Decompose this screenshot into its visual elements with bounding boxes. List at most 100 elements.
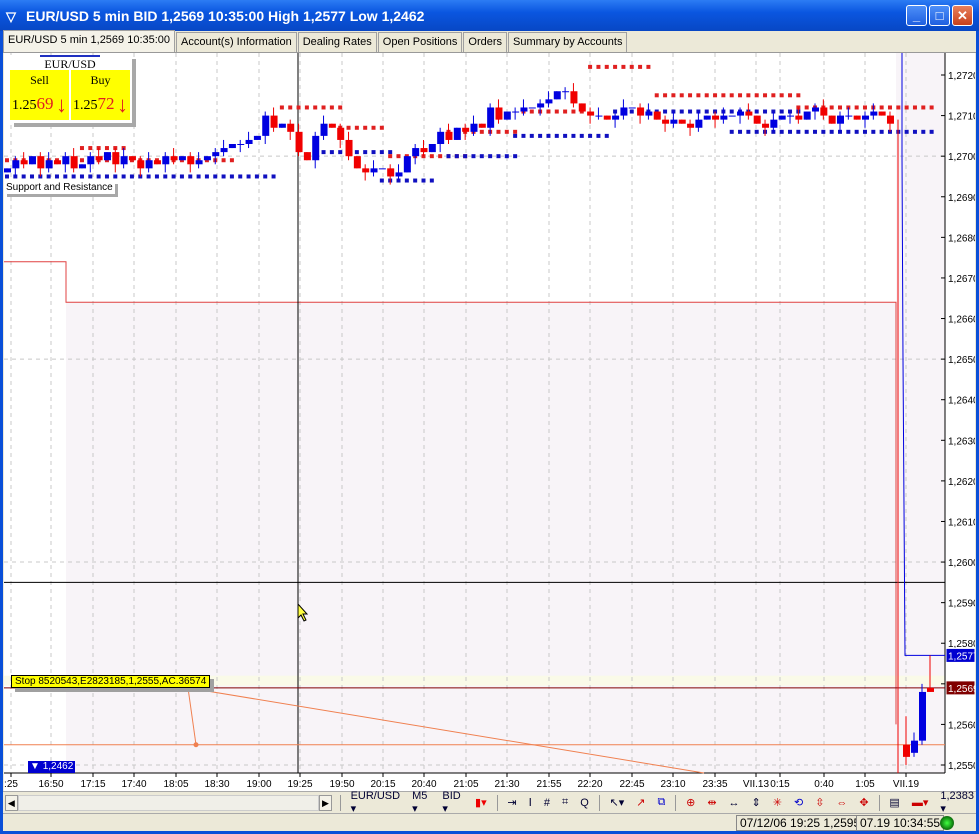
price-tag-label: 1,2577 bbox=[948, 651, 975, 662]
candle-body bbox=[45, 160, 53, 169]
candle-body bbox=[403, 156, 411, 173]
candle-body bbox=[620, 107, 628, 116]
scale-h-icon[interactable]: ⇔ bbox=[834, 797, 849, 809]
sr-dot-blue bbox=[754, 109, 759, 114]
candle-body bbox=[903, 744, 910, 757]
sr-dot-blue bbox=[454, 154, 459, 159]
sr-dot-blue bbox=[912, 129, 917, 134]
candle-body bbox=[603, 115, 611, 120]
crosshair-icon[interactable]: ⌗ bbox=[560, 796, 570, 809]
indicator-icon[interactable]: ▬▾ bbox=[910, 796, 931, 809]
sell-price-prefix: 1.25 bbox=[12, 98, 37, 113]
sr-dot-red bbox=[229, 158, 234, 163]
compress-v-icon[interactable]: ✳ bbox=[771, 796, 784, 809]
pointer-icon[interactable]: ↖▾ bbox=[608, 796, 627, 809]
candle-body bbox=[103, 152, 111, 161]
sr-dot-red bbox=[396, 154, 401, 159]
scroll-right-button[interactable]: ▶ bbox=[319, 794, 332, 811]
candle-body bbox=[278, 123, 286, 128]
candle-body bbox=[453, 127, 461, 140]
autoscale-icon[interactable]: Ⅰ bbox=[527, 796, 534, 809]
expand-h-icon[interactable]: ↔ bbox=[727, 797, 742, 809]
shift-chart-icon[interactable]: ⇥ bbox=[505, 796, 518, 809]
sr-dot-blue bbox=[821, 129, 826, 134]
x-axis-label: 21:30 bbox=[494, 779, 519, 790]
sr-dot-red bbox=[313, 105, 318, 110]
sr-dot-red bbox=[896, 105, 901, 110]
close-button[interactable]: ✕ bbox=[952, 5, 973, 26]
candle-body bbox=[787, 115, 795, 117]
tab-open-positions[interactable]: Open Positions bbox=[377, 32, 463, 52]
sr-dot-red bbox=[738, 93, 743, 98]
quote-icon[interactable]: Q bbox=[578, 797, 591, 809]
sr-dot-red bbox=[838, 105, 842, 110]
candle-body bbox=[228, 144, 236, 149]
sr-dot-red bbox=[504, 129, 509, 134]
y-axis-label: 1,2710 bbox=[948, 112, 975, 123]
sr-dot-red bbox=[796, 93, 801, 98]
x-axis-label: VII.13 bbox=[743, 779, 770, 790]
buy-button[interactable]: Buy 1.2572 ↓ bbox=[71, 70, 130, 120]
sr-dot-red bbox=[438, 154, 443, 159]
candle-body bbox=[120, 156, 128, 165]
sell-button[interactable]: Sell 1.2569 ↓ bbox=[10, 70, 69, 120]
sr-dot-blue bbox=[388, 150, 393, 155]
candle-body bbox=[187, 156, 195, 165]
side-dropdown[interactable]: BID ▾ bbox=[440, 790, 465, 815]
quote-widget: EUR/USD Sell 1.2569 ↓ Buy 1.2572 ↓ bbox=[10, 55, 132, 123]
candle-body bbox=[595, 115, 603, 117]
candle-body bbox=[712, 115, 720, 120]
expand-v-icon[interactable]: ⇕ bbox=[750, 796, 763, 809]
sr-dot-red bbox=[754, 93, 759, 98]
grid-icon[interactable]: # bbox=[542, 797, 552, 809]
sr-dot-blue bbox=[71, 174, 76, 179]
price-chart[interactable]: :25 16:50 17:15 17:40 18:05 18:30 19:00 19:25 19… bbox=[4, 53, 979, 791]
candle-body bbox=[837, 115, 844, 124]
template-icon[interactable]: ▤ bbox=[887, 796, 901, 809]
x-axis-label: :25 bbox=[4, 779, 18, 790]
candle-body bbox=[470, 123, 478, 132]
sr-dot-red bbox=[529, 109, 534, 114]
candle-body bbox=[345, 139, 353, 157]
stop-order-label[interactable]: Stop 8520543,E2823185,1,2555,AC.36574 bbox=[11, 675, 211, 688]
tab-orders[interactable]: Orders bbox=[463, 32, 508, 52]
sr-dot-red bbox=[588, 64, 593, 69]
tab-summary-by-accounts[interactable]: Summary by Accounts bbox=[508, 32, 628, 52]
sr-dot-red bbox=[646, 64, 651, 69]
tab-accounts-information[interactable]: Account(s) Information bbox=[176, 32, 297, 52]
period-dropdown[interactable]: M5 ▾ bbox=[410, 790, 432, 815]
scale-v-icon[interactable]: ⇳ bbox=[813, 796, 826, 809]
minimize-button[interactable]: _ bbox=[906, 5, 927, 26]
sr-dot-blue bbox=[413, 178, 418, 183]
object-icon[interactable]: ⧉ bbox=[655, 796, 667, 809]
tab-chart[interactable]: EUR/USD 5 min 1,2569 10:35:00 bbox=[3, 30, 176, 52]
price-dropdown[interactable]: 1,2383 ▾ bbox=[938, 790, 976, 815]
compress-h-icon[interactable]: ⇹ bbox=[705, 796, 718, 809]
sr-dot-red bbox=[563, 109, 568, 114]
reset-zoom-icon[interactable]: ⟲ bbox=[792, 796, 805, 809]
chart-type-icon[interactable]: ▮▾ bbox=[473, 796, 489, 809]
scale-both-icon[interactable]: ✥ bbox=[857, 796, 870, 809]
scroll-left-button[interactable]: ◀ bbox=[5, 794, 18, 811]
symbol-dropdown[interactable]: EUR/USD ▾ bbox=[349, 790, 403, 815]
sr-dot-red bbox=[696, 93, 701, 98]
sr-dot-blue bbox=[121, 174, 126, 179]
quote-symbol: EUR/USD bbox=[40, 55, 100, 71]
sr-dot-red bbox=[804, 105, 809, 110]
maximize-button[interactable]: □ bbox=[929, 5, 950, 26]
horizontal-scrollbar[interactable] bbox=[17, 794, 320, 811]
zoom-in-icon[interactable]: ⊕ bbox=[684, 796, 697, 809]
window-title: EUR/USD 5 min BID 1,2569 10:35:00 High 1… bbox=[26, 7, 425, 24]
sr-dot-blue bbox=[379, 150, 384, 155]
indicator-label[interactable]: Support and Resistance bbox=[4, 181, 115, 194]
draw-line-icon[interactable]: ↗ bbox=[634, 796, 647, 809]
price-tag-label: 1,2569 bbox=[948, 684, 975, 695]
sr-dot-blue bbox=[804, 129, 809, 134]
sr-dot-red bbox=[338, 105, 343, 110]
candle-body bbox=[203, 156, 211, 161]
candle-body bbox=[353, 156, 361, 169]
status-bar: 07/12/06 19:25 1,2595 07.19 10:34:55 bbox=[3, 813, 976, 831]
x-axis-label: 0:15 bbox=[770, 779, 790, 790]
tab-dealing-rates[interactable]: Dealing Rates bbox=[297, 32, 377, 52]
sr-dot-red bbox=[371, 125, 376, 130]
